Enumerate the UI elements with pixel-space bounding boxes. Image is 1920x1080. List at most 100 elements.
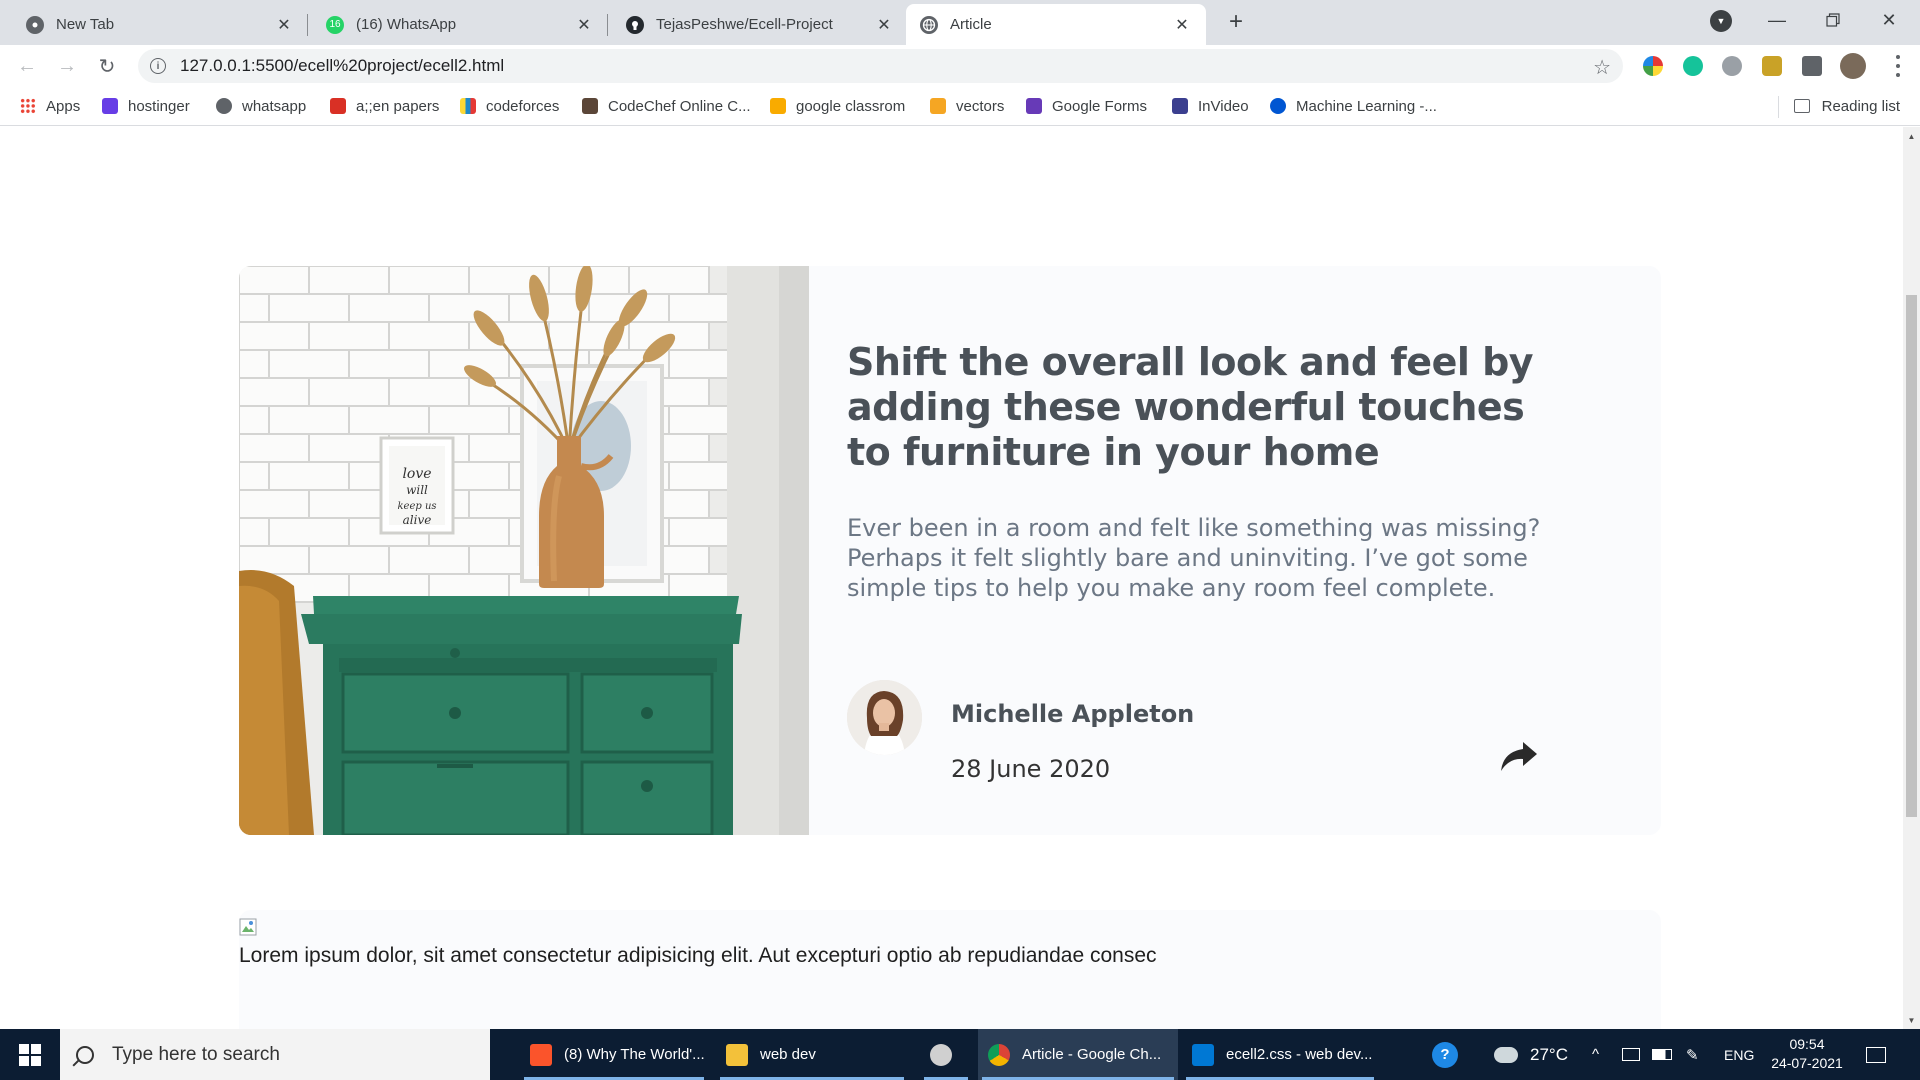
svg-text:love: love — [402, 466, 431, 482]
bookmark-invideo[interactable]: InVideo — [1172, 94, 1249, 118]
bookmark-vectors[interactable]: vectors — [930, 94, 1004, 118]
close-icon[interactable]: ✕ — [874, 15, 894, 35]
tab-article[interactable]: Article ✕ — [906, 4, 1206, 45]
tab-whatsapp[interactable]: 16 (16) WhatsApp ✕ — [312, 4, 608, 45]
author-name: Michelle Appleton — [951, 700, 1195, 728]
scroll-up-icon[interactable]: ▲ — [1903, 129, 1920, 143]
author-row: Michelle Appleton 28 June 2020 — [847, 680, 1547, 783]
help-icon[interactable]: ? — [1432, 1029, 1458, 1080]
windows-logo-icon — [19, 1043, 41, 1066]
taskbar-app-chrome[interactable]: Article - Google Ch... — [978, 1029, 1178, 1080]
bookmark-codechef[interactable]: CodeChef Online C... — [582, 94, 751, 118]
tab-new-tab[interactable]: New Tab ✕ — [12, 4, 308, 45]
taskbar-app-label: ecell2.css - web dev... — [1226, 1046, 1373, 1063]
browser-toolbar: ← → ↻ i 127.0.0.1:5500/ecell%20project/e… — [0, 45, 1920, 86]
weather-cloud-icon — [1494, 1046, 1518, 1063]
papers-icon — [330, 98, 346, 114]
window-close-icon[interactable]: ✕ — [1861, 0, 1917, 40]
clock-time: 09:54 — [1789, 1036, 1825, 1052]
system-clock[interactable]: 09:54 24-07-2021 — [1764, 1035, 1850, 1073]
forward-button[interactable]: → — [52, 51, 82, 81]
grammarly-icon[interactable] — [1683, 56, 1703, 76]
article-card[interactable]: love will keep us alive Shift the overal… — [239, 266, 1661, 835]
battery-icon[interactable] — [1652, 1029, 1672, 1080]
scrollbar-thumb[interactable] — [1906, 295, 1917, 817]
bookmark-google-forms[interactable]: Google Forms — [1026, 94, 1147, 118]
bookmark-label: Apps — [46, 97, 81, 115]
back-button[interactable]: ← — [12, 51, 42, 81]
second-card-text: Lorem ipsum dolor, sit amet consectetur … — [239, 944, 1157, 967]
restore-icon[interactable] — [1805, 0, 1861, 40]
second-article-card[interactable]: Lorem ipsum dolor, sit amet consectetur … — [239, 910, 1661, 1029]
bookmark-apps[interactable]: Apps — [20, 94, 80, 118]
close-icon[interactable]: ✕ — [274, 15, 294, 35]
close-icon[interactable]: ✕ — [1172, 15, 1192, 35]
svg-text:alive: alive — [403, 513, 432, 527]
taskbar-app-brave[interactable]: (8) Why The World'... — [520, 1029, 708, 1080]
address-bar[interactable]: i 127.0.0.1:5500/ecell%20project/ecell2.… — [138, 49, 1623, 83]
bookmark-machine-learning[interactable]: Machine Learning -... — [1270, 94, 1437, 118]
svg-text:will: will — [406, 483, 428, 497]
reload-button[interactable]: ↻ — [92, 51, 122, 81]
bookmark-label: InVideo — [1198, 97, 1249, 115]
article-headline: Shift the overall look and feel by addin… — [847, 340, 1534, 474]
article-content: Shift the overall look and feel by addin… — [847, 340, 1567, 603]
coursera-icon — [1270, 98, 1286, 114]
bookmark-classroom[interactable]: google classrom — [770, 94, 905, 118]
bookmark-hostinger[interactable]: hostinger — [102, 94, 190, 118]
tab-title: (16) WhatsApp — [356, 16, 457, 33]
folder-icon — [726, 1043, 748, 1066]
globe-icon — [920, 15, 938, 34]
bookmark-star-icon[interactable]: ☆ — [1593, 55, 1611, 80]
bookmarks-divider — [1778, 96, 1779, 118]
vpn-globe-icon[interactable] — [1722, 56, 1742, 76]
scroll-down-icon[interactable]: ▼ — [1903, 1013, 1920, 1027]
minimize-icon[interactable]: — — [1749, 0, 1805, 40]
browser-menu-icon[interactable] — [1888, 53, 1908, 79]
svg-text:keep us: keep us — [397, 501, 436, 512]
taskbar-app-paint[interactable] — [920, 1029, 972, 1080]
weather-widget[interactable]: 27°C — [1494, 1029, 1568, 1080]
new-tab-button[interactable]: + — [1222, 8, 1250, 36]
site-info-icon[interactable]: i — [150, 58, 166, 74]
bookmark-whatsapp[interactable]: whatsapp — [216, 94, 306, 118]
extension-icon[interactable] — [1762, 56, 1782, 76]
vectors-icon — [930, 98, 946, 114]
bookmark-label: a;;en papers — [356, 97, 440, 115]
article-excerpt: Ever been in a room and felt like someth… — [847, 514, 1541, 602]
codechef-icon — [582, 98, 598, 114]
tab-github[interactable]: TejasPeshwe/Ecell-Project ✕ — [612, 4, 908, 45]
windows-start-button[interactable] — [0, 1029, 60, 1080]
publish-date: 28 June 2020 — [951, 755, 1111, 783]
github-icon — [626, 15, 644, 34]
chrome-icon — [26, 15, 44, 34]
language-indicator[interactable]: ENG — [1724, 1029, 1754, 1080]
taskbar-search-box[interactable]: Type here to search — [60, 1029, 490, 1080]
bookmark-label: CodeChef Online C... — [608, 97, 751, 115]
codeforces-icon — [460, 98, 476, 114]
bookmark-label: google classrom — [796, 97, 906, 115]
notifications-icon[interactable] — [1866, 1029, 1886, 1080]
taskbar-app-file-explorer[interactable]: web dev — [716, 1029, 908, 1080]
pen-icon[interactable]: ✎ — [1686, 1029, 1699, 1080]
puzzle-icon[interactable] — [1802, 56, 1822, 76]
color-picker-extension-icon[interactable] — [1643, 56, 1663, 76]
page-scrollbar[interactable]: ▲ ▼ — [1903, 127, 1920, 1029]
windows-taskbar: Type here to search (8) Why The World'..… — [0, 1029, 1920, 1080]
close-icon[interactable]: ✕ — [574, 15, 594, 35]
share-icon[interactable] — [1497, 735, 1539, 777]
article-photo: love will keep us alive — [239, 266, 809, 835]
tab-search-icon[interactable]: ▼ — [1710, 10, 1732, 32]
reading-list-button[interactable]: Reading list — [1793, 94, 1900, 118]
tab-title: Article — [950, 16, 992, 33]
broken-image-icon — [239, 918, 257, 936]
whatsapp-icon: 16 — [326, 15, 344, 34]
network-icon[interactable] — [1622, 1029, 1640, 1080]
reading-list-icon — [1793, 99, 1810, 113]
bookmark-papers[interactable]: a;;en papers — [330, 94, 439, 118]
show-hidden-icons[interactable]: ^ — [1592, 1029, 1599, 1080]
profile-avatar[interactable] — [1840, 53, 1866, 79]
bookmark-codeforces[interactable]: codeforces — [460, 94, 559, 118]
author-avatar — [847, 680, 922, 755]
taskbar-app-vscode[interactable]: ecell2.css - web dev... — [1182, 1029, 1378, 1080]
